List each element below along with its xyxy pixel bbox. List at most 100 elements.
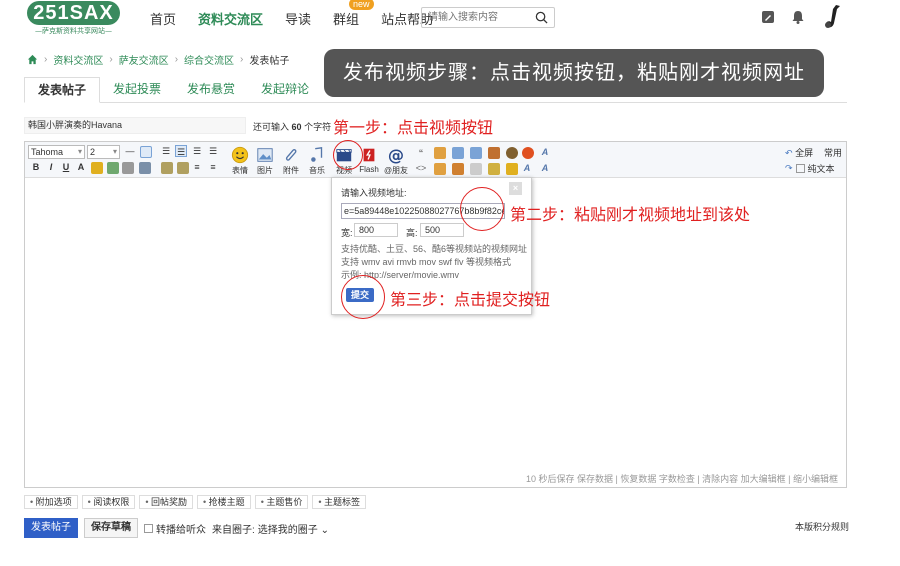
float-left-icon[interactable]	[161, 162, 173, 174]
credit-rules-link[interactable]: 本版积分规则	[795, 520, 849, 533]
clear-format-icon[interactable]	[139, 162, 151, 174]
width-input[interactable]: 800	[354, 223, 398, 237]
password-icon[interactable]	[488, 147, 500, 159]
index-icon[interactable]	[470, 163, 482, 175]
option-tags[interactable]: 主题标签	[312, 495, 367, 509]
quote-icon[interactable]: “	[415, 147, 427, 159]
at-icon: @	[388, 146, 404, 164]
postbg-icon[interactable]	[506, 147, 518, 159]
hr-icon[interactable]: —	[124, 145, 136, 157]
bg-icon[interactable]	[506, 163, 518, 175]
plaintext-checkbox[interactable]	[795, 164, 805, 173]
subject-input[interactable]: 韩国小胖演奏的Havana	[24, 117, 246, 134]
float-right-icon[interactable]	[177, 162, 189, 174]
home-icon[interactable]	[27, 54, 38, 65]
unlink-icon[interactable]	[122, 162, 134, 174]
reward-icon[interactable]	[452, 163, 464, 175]
page-icon[interactable]	[470, 147, 482, 159]
font-color-icon[interactable]: A	[75, 161, 87, 173]
plaintext-toggle[interactable]: ↷ 纯文本	[785, 162, 835, 175]
common-button[interactable]: 常用	[824, 146, 842, 159]
search-icon[interactable]	[535, 11, 548, 24]
tab-post[interactable]: 发表帖子	[24, 77, 101, 103]
popup-hint-sites: 支持优酷、土豆、56、酷6等视频站的视频网址	[341, 244, 528, 254]
link-icon[interactable]	[107, 162, 119, 174]
broadcast-checkbox[interactable]	[144, 523, 153, 533]
subscript-icon[interactable]: A	[539, 162, 551, 174]
bold-icon[interactable]: B	[30, 161, 42, 173]
align-left-icon[interactable]: ☰	[160, 145, 172, 157]
highlight-icon[interactable]	[91, 162, 103, 174]
logo-subtitle: —萨克斯资料共享网站—	[35, 27, 112, 35]
italic-icon[interactable]: I	[45, 161, 57, 173]
tag-icon[interactable]	[488, 163, 500, 175]
site-logo[interactable]: 251SAX —萨克斯资料共享网站—	[27, 1, 120, 37]
close-icon[interactable]: ×	[509, 182, 522, 195]
breadcrumb-community[interactable]: 萨友交流区	[119, 52, 169, 67]
align-right-icon[interactable]: ☰	[207, 145, 219, 157]
logo-text: 251SAX	[27, 1, 120, 25]
ordered-list-icon[interactable]: ≡	[191, 161, 203, 173]
option-read-permission[interactable]: 阅读权限	[81, 495, 136, 509]
mention-button[interactable]: @ @朋友	[383, 146, 409, 176]
nav-home[interactable]: 首页	[150, 9, 176, 28]
step1-highlight	[333, 140, 363, 170]
attachment-button[interactable]: 附件	[278, 146, 304, 176]
nav-groups-label: 群组	[333, 11, 360, 27]
font-family-select[interactable]: Tahoma	[28, 145, 85, 159]
top-bar: 251SAX —萨克斯资料共享网站— 首页 资料交流区 导读 群组 new 站点…	[0, 0, 900, 38]
music-button[interactable]: 音乐	[304, 146, 330, 176]
avatar[interactable]	[822, 3, 846, 31]
height-input[interactable]: 500	[420, 223, 464, 237]
emoji-button[interactable]: 表情	[227, 146, 253, 176]
popup-hint-formats: 支持 wmv avi rmvb mov swf flv 等视频格式	[341, 257, 512, 267]
underline-icon[interactable]: U	[60, 161, 72, 173]
svg-text:@: @	[388, 146, 404, 164]
table-icon[interactable]	[140, 146, 152, 158]
edit-icon[interactable]	[760, 9, 776, 25]
breadcrumb-general[interactable]: 综合交流区	[184, 52, 234, 67]
char-remaining: 还可输入 60 个字符	[253, 122, 332, 132]
nav-resources[interactable]: 资料交流区	[198, 9, 263, 28]
option-extra[interactable]: 附加选项	[24, 495, 78, 509]
step2-annotation: 第二步：粘贴刚才视频地址到该处	[510, 207, 751, 224]
align-center-icon[interactable]: ☰	[175, 145, 187, 157]
tab-debate[interactable]: 发起辩论	[248, 77, 322, 103]
nav-guide[interactable]: 导读	[285, 9, 311, 28]
option-reply-reward[interactable]: 回帖奖励	[139, 495, 194, 509]
tab-reward[interactable]: 发布悬赏	[174, 77, 248, 103]
paperclip-icon	[285, 149, 297, 161]
post-button[interactable]: 发表帖子	[24, 518, 78, 538]
font-style-icon[interactable]: A	[539, 146, 551, 158]
post-type-tabs: 发表帖子 发起投票 发布悬赏 发起辩论	[24, 77, 847, 103]
tab-poll[interactable]: 发起投票	[100, 77, 174, 103]
fullscreen-button[interactable]: ↶ 全屏	[785, 146, 813, 159]
free-icon[interactable]	[452, 147, 464, 159]
nav-groups[interactable]: 群组 new	[333, 0, 374, 28]
search-input[interactable]	[422, 8, 530, 27]
height-label: 高:	[406, 228, 418, 238]
new-badge: new	[349, 0, 374, 10]
option-price[interactable]: 主题售价	[254, 495, 309, 509]
step2-highlight	[460, 187, 504, 231]
qq-icon[interactable]	[522, 147, 534, 159]
save-draft-button[interactable]: 保存草稿	[84, 518, 138, 538]
bottom-actions: 发表帖子 保存草稿 转播给听众 来自圈子: 选择我的圈子 ⌄	[24, 518, 329, 538]
superscript-icon[interactable]: A	[521, 162, 533, 174]
circle-select[interactable]: 选择我的圈子 ⌄	[258, 521, 329, 536]
main-nav: 首页 资料交流区 导读 群组 new 站点帮助	[150, 0, 455, 36]
hide-icon[interactable]	[434, 147, 446, 159]
align-justify-icon[interactable]: ☰	[191, 145, 203, 157]
redo-icon: ↷	[785, 163, 793, 173]
font-size-select[interactable]: 2	[87, 145, 120, 159]
lock-icon[interactable]	[434, 163, 446, 175]
image-icon	[257, 148, 273, 162]
extra-options: 附加选项 阅读权限 回帖奖励 抢楼主题 主题售价 主题标签	[24, 495, 370, 509]
code-icon[interactable]: <>	[415, 162, 427, 174]
unordered-list-icon[interactable]: ≡	[207, 161, 219, 173]
bell-icon[interactable]	[790, 9, 806, 25]
breadcrumb-resources[interactable]: 资料交流区	[53, 52, 103, 67]
image-button[interactable]: 图片	[252, 146, 278, 176]
width-label: 宽:	[341, 228, 353, 238]
option-floor-grab[interactable]: 抢楼主题	[197, 495, 251, 509]
